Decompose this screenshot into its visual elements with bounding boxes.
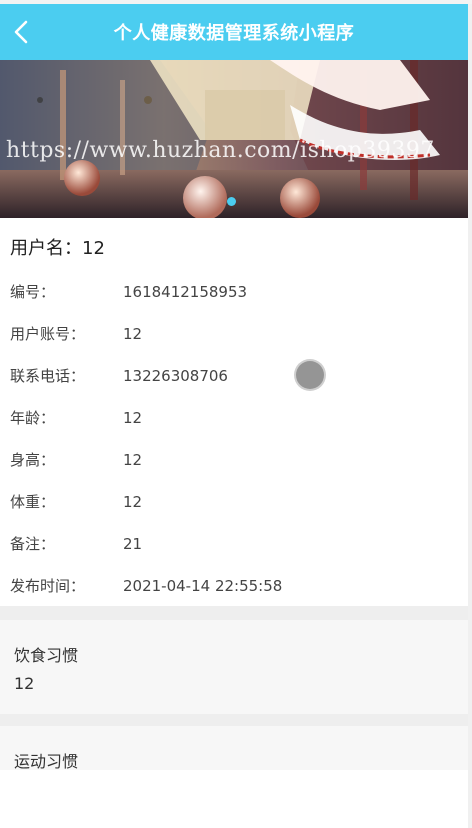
page-scroll-edge: [468, 4, 472, 828]
field-value: 12: [123, 409, 143, 427]
page: 个人健康数据管理系统小程序 https://www.huzhan.com/ish…: [0, 0, 472, 828]
username-value: 12: [82, 238, 105, 259]
carousel-indicator-dot[interactable]: [227, 197, 236, 206]
field-label: 年龄：: [10, 409, 56, 427]
field-value: 2021-04-14 22:55:58: [123, 577, 283, 595]
field-row-age: 年龄： 12: [10, 406, 142, 430]
field-label: 发布时间：: [10, 577, 86, 595]
chevron-left-icon: [14, 20, 28, 44]
field-label: 用户账号：: [10, 325, 86, 343]
field-label: 编号：: [10, 283, 56, 301]
field-value: 12: [123, 451, 143, 469]
field-value: 12: [123, 325, 143, 343]
banner-carousel[interactable]: https://www.huzhan.com/ishop39397: [0, 60, 468, 218]
section-diet-habit: 饮食习惯 12: [0, 620, 468, 714]
page-title: 个人健康数据管理系统小程序: [113, 23, 355, 44]
field-label: 备注：: [10, 535, 56, 553]
section-exercise-habit: 运动习惯: [0, 726, 468, 771]
username-line: 用户名：12: [10, 234, 105, 260]
field-row-height: 身高： 12: [10, 448, 142, 472]
section-value: 12: [14, 674, 35, 693]
back-button[interactable]: [6, 16, 36, 48]
field-value: 13226308706: [123, 367, 228, 385]
floating-touch-indicator[interactable]: [296, 361, 324, 389]
field-row-publish-time: 发布时间： 2021-04-14 22:55:58: [10, 574, 282, 598]
section-divider: [0, 714, 468, 726]
field-value: 21: [123, 535, 143, 553]
username-label: 用户名：: [10, 238, 82, 259]
field-label: 身高：: [10, 451, 56, 469]
field-row-phone: 联系电话： 13226308706: [10, 364, 228, 388]
section-title: 运动习惯: [14, 752, 79, 771]
field-row-note: 备注： 21: [10, 532, 142, 556]
section-title: 饮食习惯: [14, 646, 79, 665]
field-value: 12: [123, 493, 143, 511]
field-label: 体重：: [10, 493, 56, 511]
field-row-id: 编号： 1618412158953: [10, 280, 247, 304]
field-value: 1618412158953: [123, 283, 248, 301]
field-label: 联系电话：: [10, 367, 86, 385]
field-row-weight: 体重： 12: [10, 490, 142, 514]
field-row-account: 用户账号： 12: [10, 322, 142, 346]
watermark-text: https://www.huzhan.com/ishop39397: [6, 138, 435, 163]
section-divider: [0, 606, 468, 620]
navbar: 个人健康数据管理系统小程序: [0, 4, 468, 60]
